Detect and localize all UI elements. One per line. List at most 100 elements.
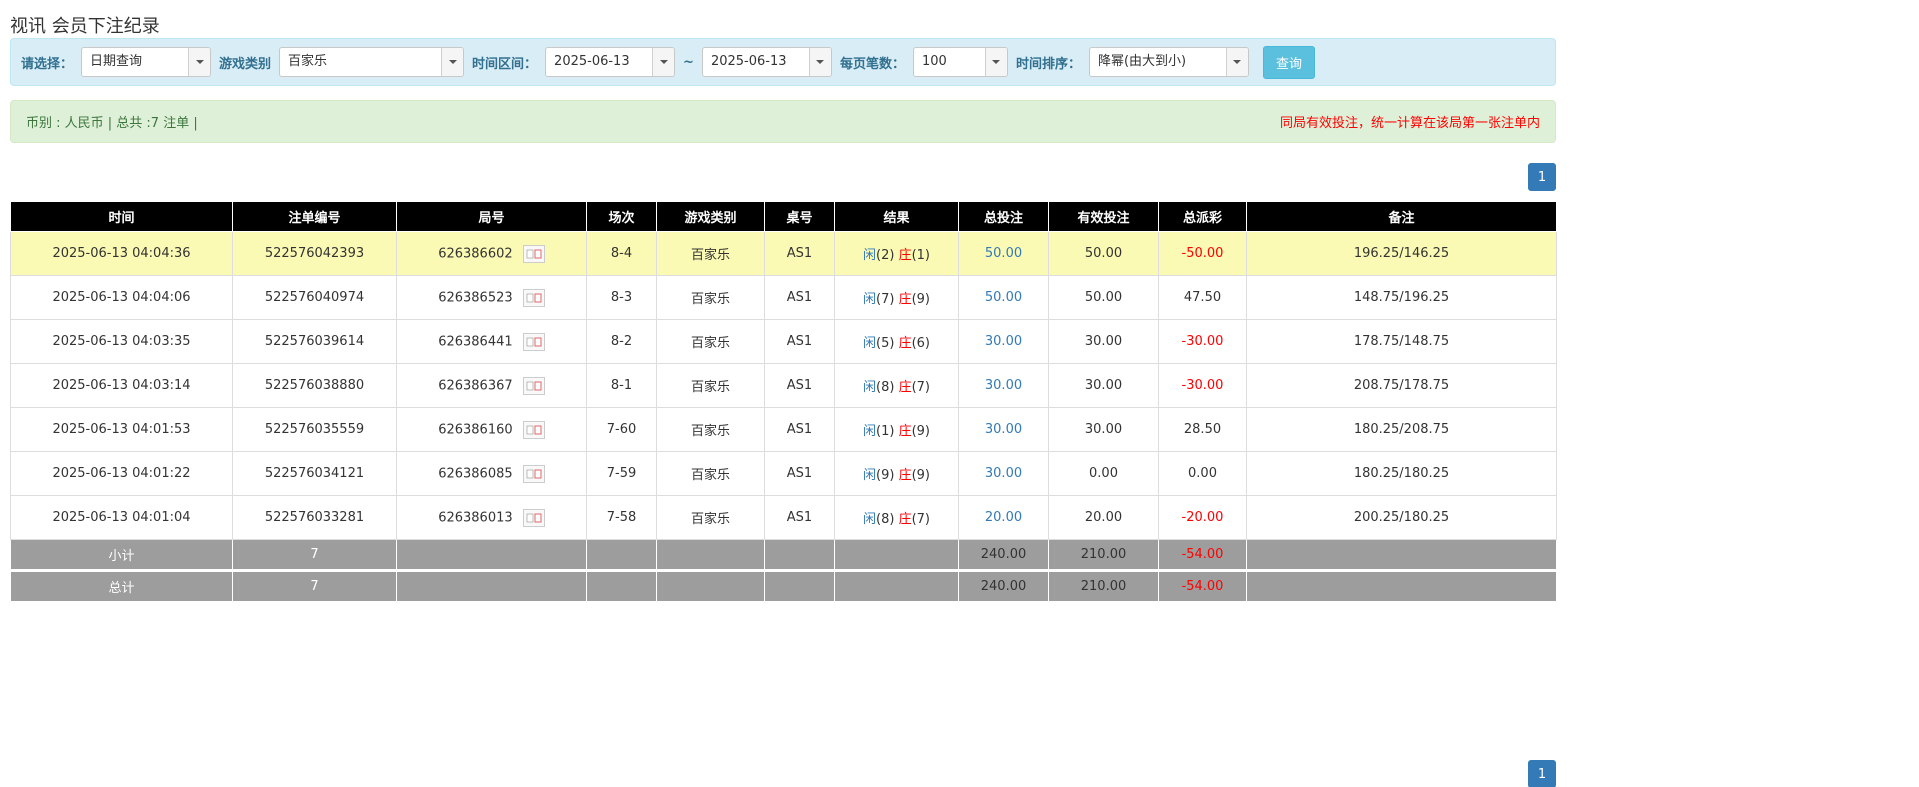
total-payout: -54.00	[1159, 571, 1247, 602]
view-cards-icon[interactable]	[523, 509, 545, 527]
subtotal-count: 7	[233, 540, 397, 571]
page-button-1[interactable]: 1	[1528, 163, 1556, 191]
cell-payout: 0.00	[1159, 452, 1247, 496]
col-header-valid-bet: 有效投注	[1049, 202, 1159, 232]
cell-game: 百家乐	[657, 276, 765, 320]
player-score: (9)	[876, 468, 894, 483]
page-button-1[interactable]: 1	[1528, 760, 1556, 787]
date-range-label: 时间区间：	[472, 53, 537, 72]
query-type-value: 日期查询	[82, 48, 188, 76]
banker-score: (7)	[912, 512, 930, 527]
cell-table-no: AS1	[765, 496, 835, 540]
cell-note: 208.75/178.75	[1247, 364, 1557, 408]
col-header-bet-id: 注单编号	[233, 202, 397, 232]
cell-game: 百家乐	[657, 408, 765, 452]
player-result: 闲	[863, 292, 876, 307]
round-number: 626386013	[438, 510, 512, 525]
cell-game: 百家乐	[657, 320, 765, 364]
betting-records-table: 时间 注单编号 局号 场次 游戏类别 桌号 结果 总投注 有效投注 总派彩 备注…	[10, 201, 1557, 602]
subtotal-valid-bet: 210.00	[1049, 540, 1159, 571]
cell-bet-id: 522576035559	[233, 408, 397, 452]
game-type-select[interactable]: 百家乐	[279, 47, 464, 77]
player-result: 闲	[863, 512, 876, 527]
view-cards-icon[interactable]	[523, 245, 545, 263]
cell-bet-id: 522576038880	[233, 364, 397, 408]
total-bet-link[interactable]: 50.00	[985, 290, 1022, 305]
table-row: 2025-06-13 04:01:53 522576035559 6263861…	[11, 408, 1557, 452]
view-cards-icon[interactable]	[523, 421, 545, 439]
cell-valid-bet: 50.00	[1049, 276, 1159, 320]
banker-result: 庄	[899, 424, 912, 439]
date-from-value: 2025-06-13	[546, 48, 652, 76]
time-sort-select[interactable]: 降幂(由大到小)	[1089, 47, 1249, 77]
cell-table-no: AS1	[765, 452, 835, 496]
cell-round: 626386523	[397, 276, 587, 320]
player-score: (7)	[876, 292, 894, 307]
page-size-label: 每页笔数：	[840, 53, 905, 72]
player-result: 闲	[863, 380, 876, 395]
time-sort-caret-button[interactable]	[1226, 48, 1248, 76]
total-bet-link[interactable]: 20.00	[985, 510, 1022, 525]
time-sort-label: 时间排序：	[1016, 53, 1081, 72]
date-from-caret-button[interactable]	[652, 48, 674, 76]
cell-bet-id: 522576042393	[233, 232, 397, 276]
cell-session: 8-3	[587, 276, 657, 320]
col-header-note: 备注	[1247, 202, 1557, 232]
player-score: (1)	[876, 424, 894, 439]
banker-result: 庄	[899, 336, 912, 351]
cell-game: 百家乐	[657, 452, 765, 496]
cell-total-bet: 30.00	[959, 364, 1049, 408]
banker-score: (9)	[912, 292, 930, 307]
player-score: (5)	[876, 336, 894, 351]
cell-note: 180.25/180.25	[1247, 452, 1557, 496]
cell-result: 闲(5) 庄(6)	[835, 320, 959, 364]
date-from-select[interactable]: 2025-06-13	[545, 47, 675, 77]
cell-payout: 47.50	[1159, 276, 1247, 320]
total-bet-link[interactable]: 50.00	[985, 246, 1022, 261]
cell-payout: 28.50	[1159, 408, 1247, 452]
cell-note: 196.25/146.25	[1247, 232, 1557, 276]
cell-result: 闲(7) 庄(9)	[835, 276, 959, 320]
view-cards-icon[interactable]	[523, 377, 545, 395]
search-button[interactable]: 查询	[1263, 46, 1315, 79]
date-to-caret-button[interactable]	[809, 48, 831, 76]
player-score: (8)	[876, 380, 894, 395]
total-bet-link[interactable]: 30.00	[985, 334, 1022, 349]
subtotal-row: 小计 7 240.00 210.00 -54.00	[11, 540, 1557, 571]
page-size-select[interactable]: 100	[913, 47, 1008, 77]
select-type-label: 请选择：	[21, 53, 73, 72]
table-row: 2025-06-13 04:04:36 522576042393 6263866…	[11, 232, 1557, 276]
cell-result: 闲(1) 庄(9)	[835, 408, 959, 452]
banker-result: 庄	[899, 380, 912, 395]
banker-score: (9)	[912, 468, 930, 483]
subtotal-label: 小计	[11, 540, 233, 571]
player-score: (2)	[876, 248, 894, 263]
cell-session: 8-4	[587, 232, 657, 276]
total-bet-link[interactable]: 30.00	[985, 378, 1022, 393]
page-size-caret-button[interactable]	[985, 48, 1007, 76]
col-header-time: 时间	[11, 202, 233, 232]
total-bet-link[interactable]: 30.00	[985, 466, 1022, 481]
query-type-select[interactable]: 日期查询	[81, 47, 211, 77]
table-row: 2025-06-13 04:01:04 522576033281 6263860…	[11, 496, 1557, 540]
cell-valid-bet: 0.00	[1049, 452, 1159, 496]
view-cards-icon[interactable]	[523, 333, 545, 351]
view-cards-icon[interactable]	[523, 465, 545, 483]
total-bet-link[interactable]: 30.00	[985, 422, 1022, 437]
caret-down-icon	[196, 60, 204, 64]
game-type-caret-button[interactable]	[441, 48, 463, 76]
round-number: 626386602	[438, 246, 512, 261]
cell-bet-id: 522576040974	[233, 276, 397, 320]
valid-bet-notice-text: 同局有效投注，统一计算在该局第一张注单内	[1280, 112, 1540, 131]
cell-time: 2025-06-13 04:01:53	[11, 408, 233, 452]
caret-down-icon	[992, 60, 1000, 64]
date-to-select[interactable]: 2025-06-13	[702, 47, 832, 77]
table-row: 2025-06-13 04:04:06 522576040974 6263865…	[11, 276, 1557, 320]
cell-note: 180.25/208.75	[1247, 408, 1557, 452]
round-number: 626386367	[438, 378, 512, 393]
query-type-caret-button[interactable]	[188, 48, 210, 76]
subtotal-payout: -54.00	[1159, 540, 1247, 571]
cell-total-bet: 30.00	[959, 320, 1049, 364]
view-cards-icon[interactable]	[523, 289, 545, 307]
total-label: 总计	[11, 571, 233, 602]
